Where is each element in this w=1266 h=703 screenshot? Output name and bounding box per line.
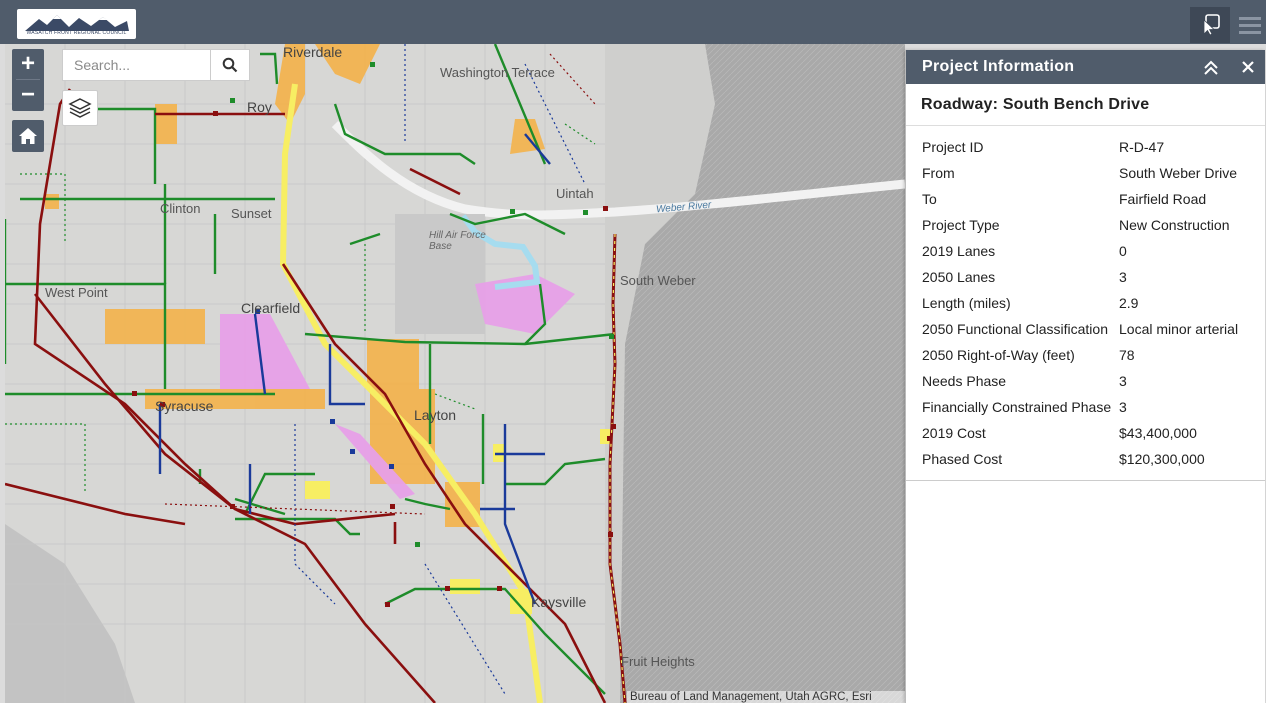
attribute-row: Needs Phase 3 (922, 368, 1238, 394)
map-label-fruit-heights: Fruit Heights (621, 654, 695, 669)
attribute-label: Project Type (922, 217, 1000, 233)
map-label-layton: Layton (414, 407, 457, 423)
info-cursor-icon (1203, 14, 1220, 36)
attribute-row: Project Type New Construction (922, 212, 1238, 238)
panel-header: Project Information (906, 50, 1265, 84)
attribute-table: Project ID R-D-47 From South Weber Drive T… (922, 134, 1238, 472)
map-label-clearfield: Clearfield (241, 300, 301, 316)
attribute-value: 3 (1119, 373, 1127, 389)
map-label-uintah: Uintah (556, 186, 594, 201)
map-label-south-weber: South Weber (620, 273, 696, 288)
double-chevron-up-icon (1204, 60, 1218, 75)
map-label-sunset: Sunset (231, 206, 272, 221)
attribute-value: 3 (1119, 269, 1127, 285)
attribute-label: 2050 Right-of-Way (feet) (922, 347, 1075, 363)
attribute-label: 2050 Lanes (922, 269, 996, 285)
search-icon (222, 57, 238, 73)
attribute-label: 2019 Cost (922, 425, 986, 441)
zoom-control: + − (12, 49, 44, 111)
menu-icon (1239, 17, 1261, 34)
wfrc-logo[interactable]: WASATCH FRONT REGIONAL COUNCIL (17, 9, 136, 39)
zoom-out-button[interactable]: − (12, 80, 44, 110)
attribute-label: Project ID (922, 139, 984, 155)
layers-icon (68, 98, 92, 118)
attribute-value: Fairfield Road (1119, 191, 1207, 207)
layers-button[interactable] (62, 90, 98, 126)
attribute-row: 2019 Cost $43,400,000 (922, 420, 1238, 446)
identify-tool-button[interactable] (1190, 7, 1230, 43)
panel-divider (906, 480, 1265, 481)
map-label-roy: Roy (247, 99, 272, 115)
attribute-value: $43,400,000 (1119, 425, 1197, 441)
attribute-label: Financially Constrained Phase (922, 399, 1112, 415)
attribute-row: Financially Constrained Phase 3 (922, 394, 1238, 420)
map-attribution: Bureau of Land Management, Utah AGRC, Es… (627, 691, 908, 703)
attribute-value: R-D-47 (1119, 139, 1165, 155)
attribute-row: Phased Cost $120,300,000 (922, 446, 1238, 472)
panel-subtitle: Roadway: South Bench Drive (906, 84, 1265, 126)
collapse-panel-button[interactable] (1203, 60, 1219, 76)
attribute-label: To (922, 191, 937, 207)
lake-shore (5, 524, 135, 703)
search-button[interactable] (210, 50, 249, 80)
attribute-row: From South Weber Drive (922, 160, 1238, 186)
menu-button[interactable] (1234, 7, 1266, 43)
attribute-row: 2019 Lanes 0 (922, 238, 1238, 264)
attribute-row: 2050 Right-of-Way (feet) 78 (922, 342, 1238, 368)
app-header: WASATCH FRONT REGIONAL COUNCIL (0, 0, 1266, 44)
attribute-value: $120,300,000 (1119, 451, 1205, 467)
close-panel-button[interactable] (1240, 59, 1256, 75)
close-icon (1242, 61, 1254, 73)
attribute-label: 2019 Lanes (922, 243, 996, 259)
attribute-label: Length (miles) (922, 295, 1011, 311)
home-icon (19, 128, 37, 144)
map-label-syracuse: Syracuse (155, 398, 214, 414)
zoom-in-button[interactable]: + (12, 49, 44, 79)
attribute-row: 2050 Lanes 3 (922, 264, 1238, 290)
attribute-row: Length (miles) 2.9 (922, 290, 1238, 316)
attribute-value: 2.9 (1119, 295, 1139, 311)
attribute-row: To Fairfield Road (922, 186, 1238, 212)
map-label-riverdale: Riverdale (283, 44, 343, 60)
map-label-kaysville: Kaysville (531, 594, 587, 610)
panel-title: Project Information (922, 58, 1075, 75)
attribute-value: New Construction (1119, 217, 1230, 233)
attribute-value: 0 (1119, 243, 1127, 259)
basemap (5, 44, 905, 703)
attribute-label: 2050 Functional Classification (922, 321, 1108, 337)
attribute-row: Project ID R-D-47 (922, 134, 1238, 160)
attribute-label: Needs Phase (922, 373, 1007, 389)
project-name: Roadway: South Bench Drive (921, 96, 1150, 113)
attribute-label: From (922, 165, 955, 181)
attribute-value: 78 (1119, 347, 1135, 363)
attribute-value: South Weber Drive (1119, 165, 1238, 181)
search-box (62, 49, 250, 81)
map-label-washington-terrace: Washington Terrace (440, 65, 555, 80)
map-label-clinton: Clinton (160, 201, 201, 216)
map-label-hill-afb: Hill Air Force Base (429, 230, 486, 252)
search-input[interactable] (63, 50, 211, 80)
attribute-value: 3 (1119, 399, 1127, 415)
attribute-value: Local minor arterial (1119, 321, 1239, 337)
map-view[interactable]: Riverdale Washington Terrace Roy Uintah … (5, 44, 905, 703)
attribute-row: 2050 Functional Classification Local mino… (922, 316, 1238, 342)
map-label-west-point: West Point (45, 285, 108, 300)
home-button[interactable] (12, 120, 44, 152)
logo-text: WASATCH FRONT REGIONAL COUNCIL (26, 30, 127, 36)
attribute-label: Phased Cost (922, 451, 1003, 467)
project-info-panel: Project Information Roadway: South Bench… (905, 50, 1265, 703)
